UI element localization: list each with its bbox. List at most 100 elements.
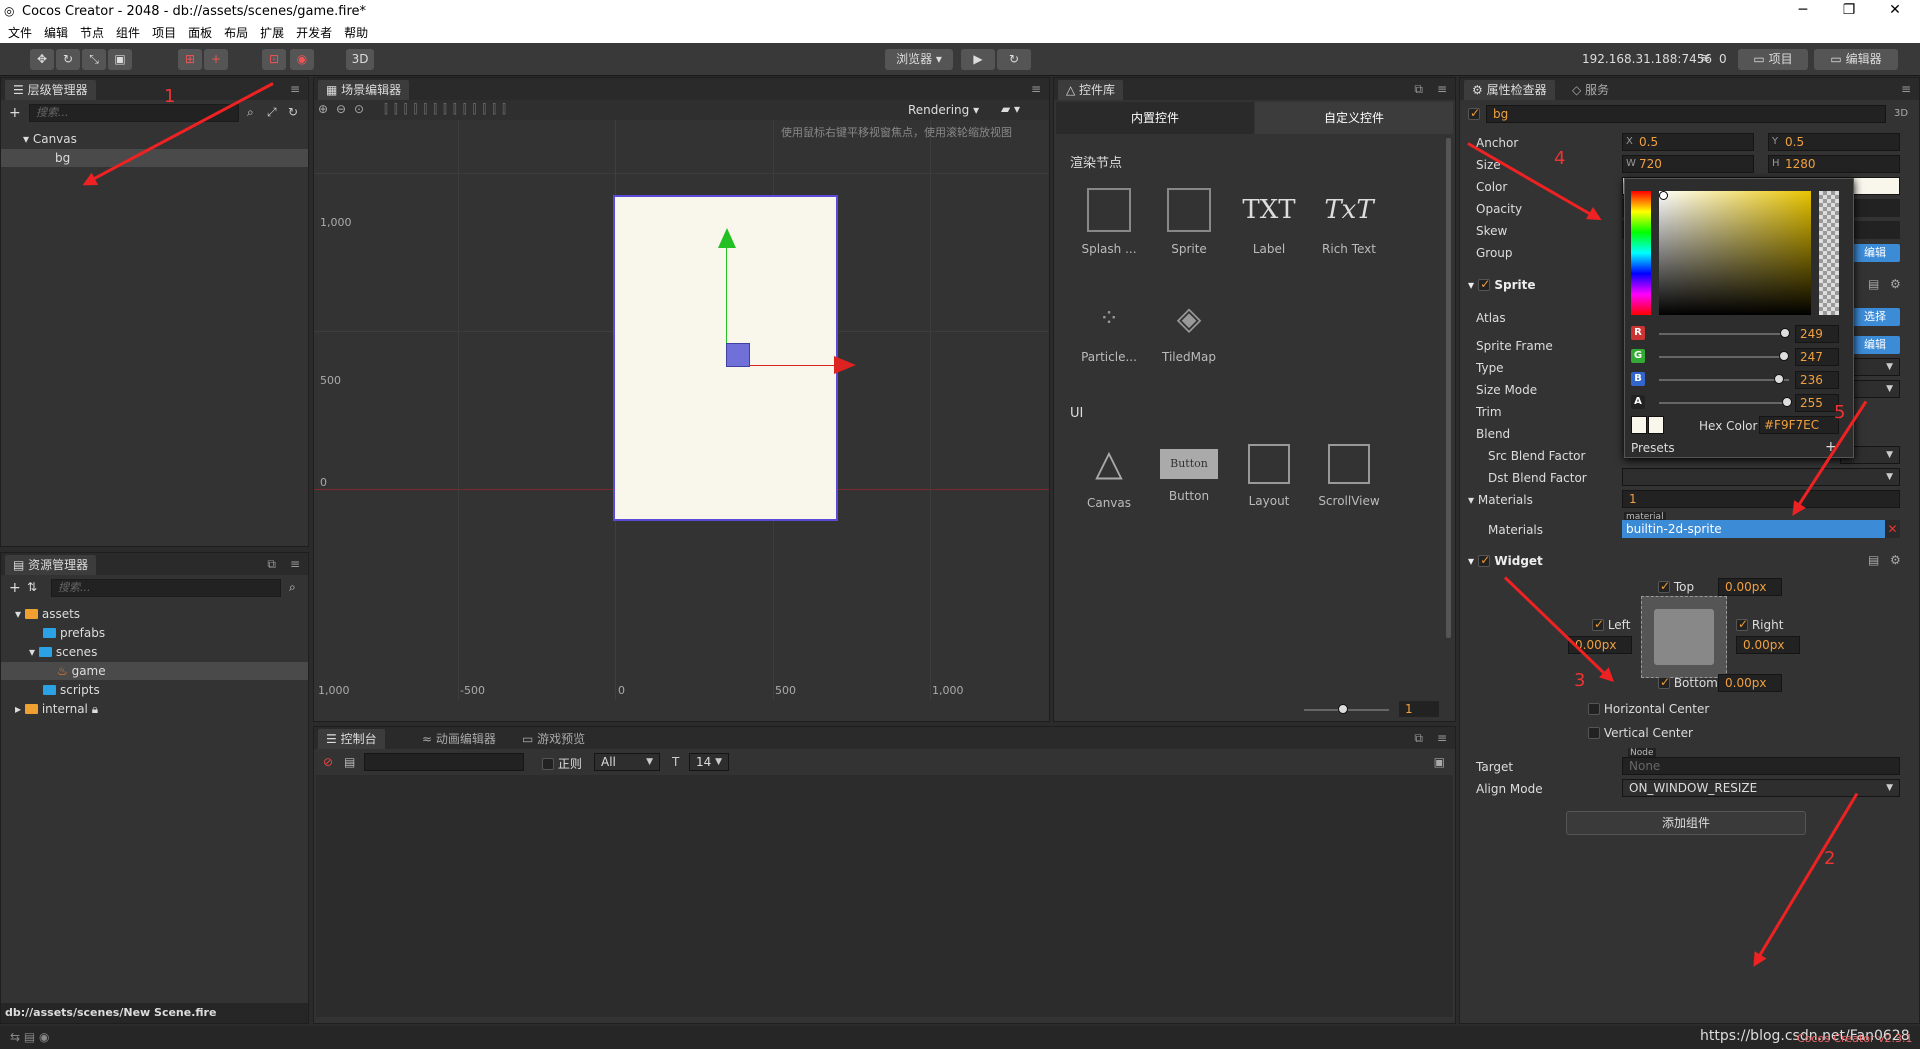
widget-rich-text[interactable]: TxT Rich Text xyxy=(1314,188,1384,270)
anchor-y-input[interactable]: Y 0.5 xyxy=(1768,133,1900,151)
sprite-frame-edit-button[interactable]: 编辑 xyxy=(1850,336,1900,354)
3d-badge[interactable]: 3D xyxy=(1894,108,1908,119)
menu-file[interactable]: 文件 xyxy=(8,26,32,40)
right-input[interactable]: 0.00px xyxy=(1736,636,1800,654)
popout-icon[interactable]: ⧉ xyxy=(267,557,276,572)
regex-checkbox[interactable]: 正则 xyxy=(542,755,582,772)
red-knob[interactable] xyxy=(1780,328,1790,338)
align-tools-icon[interactable]: ⫿⫿⫿⫿⫿⫿⫿⫿⫿⫿⫿⫿⫿ xyxy=(384,102,512,117)
gizmo-y-arrow-icon[interactable] xyxy=(718,228,736,248)
asset-internal[interactable]: ▸ internal 🔒︎ xyxy=(1,700,308,718)
green-knob[interactable] xyxy=(1779,351,1789,361)
doc-icon[interactable]: ▤ xyxy=(1868,277,1879,291)
top-input[interactable]: 0.00px xyxy=(1718,578,1782,596)
pivot-button[interactable]: ⊞ xyxy=(178,49,202,70)
node-name-input[interactable]: bg xyxy=(1486,105,1886,123)
widget-particle[interactable]: ⁘ Particle... xyxy=(1074,296,1144,378)
widget-label[interactable]: TXT Label xyxy=(1234,188,1304,270)
menu-component[interactable]: 组件 xyxy=(116,26,140,40)
zoom-out-icon[interactable]: ⊖ xyxy=(336,102,346,116)
scene-viewport[interactable]: 使用鼠标右键平移视窗焦点，使用滚轮缩放视图 1,000 500 0 1,000 … xyxy=(314,120,1049,700)
left-checkbox[interactable]: Left xyxy=(1592,617,1630,632)
scrollbar[interactable] xyxy=(1446,138,1451,638)
widget-scrollview[interactable]: ScrollView xyxy=(1314,442,1384,524)
tree-node-bg[interactable]: bg xyxy=(1,149,308,167)
top-checkbox[interactable]: Top xyxy=(1658,579,1694,594)
panel-menu-icon[interactable]: ≡ xyxy=(290,82,300,96)
assets-search-input[interactable]: 搜索... xyxy=(51,579,281,597)
widget-splash[interactable]: Splash ... xyxy=(1074,188,1144,270)
target-field[interactable]: None xyxy=(1622,757,1900,775)
menu-developer[interactable]: 开发者 xyxy=(296,26,332,40)
blue-knob[interactable] xyxy=(1774,374,1784,384)
vertical-center-checkbox[interactable]: Vertical Center xyxy=(1588,726,1693,740)
menu-help[interactable]: 帮助 xyxy=(344,26,368,40)
rotate-tool-button[interactable]: ↻ xyxy=(56,49,80,70)
blue-slider[interactable] xyxy=(1659,379,1789,381)
add-asset-icon[interactable]: + xyxy=(9,580,21,596)
panel-menu-icon[interactable]: ≡ xyxy=(1901,82,1911,96)
panel-menu-icon[interactable]: ≡ xyxy=(1437,82,1447,96)
settings-icon[interactable]: ⚙ xyxy=(1890,553,1901,567)
scale-tool-button[interactable]: ⤡ xyxy=(82,49,106,70)
tab-services[interactable]: ◇ 服务 xyxy=(1564,80,1617,100)
maximize-button[interactable]: ❐ xyxy=(1829,2,1869,18)
status-icons[interactable]: ⇆ ▤ ◉ xyxy=(10,1030,50,1044)
menu-panel[interactable]: 面板 xyxy=(188,26,212,40)
popout-icon[interactable]: ⧉ xyxy=(1414,82,1423,97)
asset-scripts[interactable]: scripts xyxy=(1,681,308,699)
materials-count-input[interactable]: 1 xyxy=(1622,490,1900,508)
panel-menu-icon[interactable]: ≡ xyxy=(1437,731,1447,745)
tab-widget-library[interactable]: △ 控件库 xyxy=(1058,80,1124,100)
red-slider[interactable] xyxy=(1659,333,1789,335)
play-button[interactable]: ▶ xyxy=(961,49,995,70)
zoom-in-icon[interactable]: ⊕ xyxy=(318,102,328,116)
atlas-select-button[interactable]: 选择 xyxy=(1850,308,1900,326)
refresh-button[interactable]: ↻ xyxy=(997,49,1031,70)
gizmo-center-handle[interactable] xyxy=(726,343,750,367)
sprite-section-header[interactable]: ▾ Sprite xyxy=(1468,277,1536,292)
console-filter-input[interactable] xyxy=(364,753,524,771)
settings-icon[interactable]: ⚙ xyxy=(1890,277,1901,291)
dst-blend-select[interactable] xyxy=(1622,468,1900,486)
rendering-select[interactable]: Rendering ▾ xyxy=(908,103,979,117)
size-w-input[interactable]: W 720 xyxy=(1622,155,1754,173)
asset-assets[interactable]: ▾ assets xyxy=(1,605,308,623)
hue-slider[interactable] xyxy=(1631,191,1651,315)
camera-icon[interactable]: ▰ ▾ xyxy=(1001,102,1020,116)
red-input[interactable]: 249 xyxy=(1795,325,1839,343)
anchor-x-input[interactable]: X 0.5 xyxy=(1622,133,1754,151)
snap-button[interactable]: ⊡ xyxy=(262,49,286,70)
browser-select[interactable]: 浏览器 ▾ xyxy=(885,49,953,70)
search-icon[interactable]: ⌕ xyxy=(247,105,254,120)
gizmo-button[interactable]: ◉ xyxy=(290,49,314,70)
collapse-icon[interactable]: ▣ xyxy=(1434,755,1445,769)
horizontal-center-checkbox[interactable]: Horizontal Center xyxy=(1588,702,1709,716)
move-tool-button[interactable]: ✥ xyxy=(30,49,54,70)
doc-icon[interactable]: ▤ xyxy=(1868,553,1879,567)
hex-input[interactable]: #F9F7EC xyxy=(1759,416,1839,434)
3d-toggle-button[interactable]: 3D xyxy=(346,49,374,70)
open-project-button[interactable]: ▭ 项目 xyxy=(1738,49,1808,70)
bottom-checkbox[interactable]: Bottom xyxy=(1658,675,1718,690)
widget-button[interactable]: Button Button xyxy=(1154,442,1224,524)
alpha-knob[interactable] xyxy=(1782,397,1792,407)
tab-scene[interactable]: ▦ 场景编辑器 xyxy=(318,80,410,100)
right-checkbox[interactable]: Right xyxy=(1736,617,1783,632)
alpha-slider[interactable] xyxy=(1819,191,1839,315)
zoom-input[interactable]: 1 xyxy=(1399,701,1439,717)
asset-game[interactable]: ♨ game xyxy=(1,662,308,680)
zoom-slider-knob[interactable] xyxy=(1338,704,1348,714)
tab-hierarchy[interactable]: ☰ 层级管理器 xyxy=(5,80,96,100)
tab-custom-widgets[interactable]: 自定义控件 xyxy=(1255,102,1453,134)
search-icon[interactable]: ⌕ xyxy=(289,580,296,595)
alpha-slider-track[interactable] xyxy=(1659,402,1789,404)
log-level-select[interactable]: All xyxy=(594,753,660,771)
panel-menu-icon[interactable]: ≡ xyxy=(290,557,300,571)
widget-section-header[interactable]: ▾ Widget xyxy=(1468,553,1543,568)
tab-inspector[interactable]: ⚙ 属性检查器 xyxy=(1464,80,1555,100)
widget-alignment-box[interactable] xyxy=(1641,596,1727,678)
menu-layout[interactable]: 布局 xyxy=(224,26,248,40)
refresh-icon[interactable]: ↻ xyxy=(288,105,298,119)
sort-icon[interactable]: ⇅ xyxy=(27,580,37,594)
